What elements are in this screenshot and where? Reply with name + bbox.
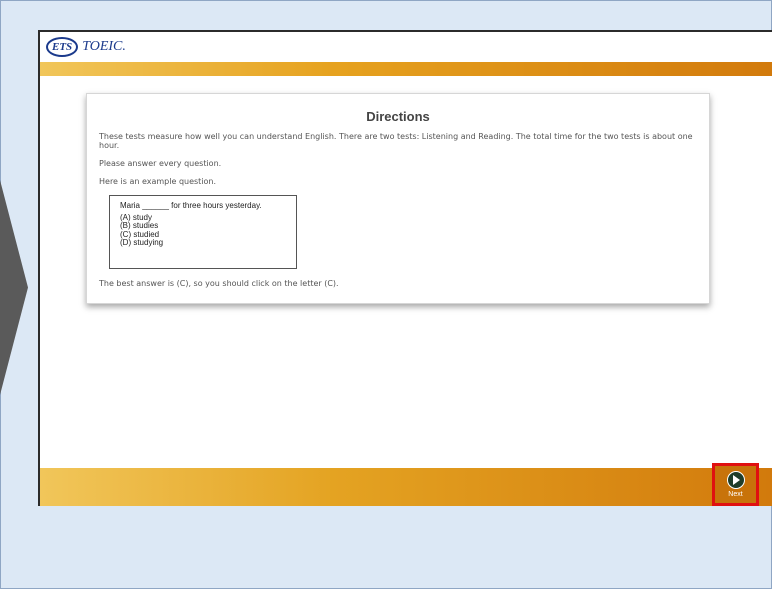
example-question-box: Maria ______ for three hours yesterday. … <box>109 195 297 269</box>
directions-paragraph-answer-every: Please answer every question. <box>99 159 222 168</box>
next-arrow-icon <box>726 471 745 489</box>
directions-title: Directions <box>366 109 430 124</box>
directions-paragraph-intro: These tests measure how well you can und… <box>99 132 693 150</box>
directions-paragraph-example-intro: Here is an example question. <box>99 177 217 186</box>
footer-band <box>40 468 772 506</box>
next-button-label: Next <box>728 491 743 498</box>
content-area: Directions These tests measure how well … <box>40 76 772 468</box>
answer-explanation: The best answer is (C), so you should cl… <box>99 279 339 288</box>
ets-logo-mark: ETS <box>46 37 79 57</box>
toeic-logo-text: TOEIC. <box>82 39 126 54</box>
play-triangle-icon <box>733 475 740 485</box>
test-window: ETS TOEIC. Directions These tests measur… <box>38 30 772 506</box>
next-button-highlight: Next <box>712 463 759 506</box>
next-button[interactable]: Next <box>715 466 756 503</box>
directions-card: Directions These tests measure how well … <box>86 93 710 304</box>
header-band <box>40 62 772 76</box>
ets-toeic-logo: ETS TOEIC. <box>46 37 126 57</box>
logo-bar: ETS TOEIC. <box>40 32 772 62</box>
example-option-d: (D) studying <box>120 238 164 247</box>
example-question-stem: Maria ______ for three hours yesterday. <box>120 201 262 210</box>
